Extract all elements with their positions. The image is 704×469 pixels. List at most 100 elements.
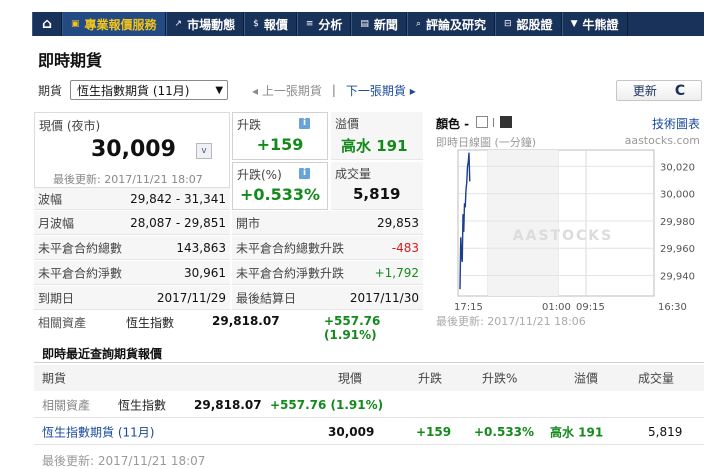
monthly-range-label: 月波幅 — [38, 216, 75, 230]
oi-net-change-row: 未平倉合約淨數升跌 +1,792 — [232, 261, 423, 285]
change-value: +159 — [256, 135, 304, 154]
oi-net-change-label: 未平倉合約淨數升跌 — [236, 266, 345, 280]
search-icon: ⌕ — [415, 19, 421, 29]
page-title: 即時期貨 — [38, 51, 103, 70]
related-value: 29,818.07 — [212, 314, 280, 328]
col-change-pct: 升跌% — [482, 371, 518, 386]
recent-table-header: 期貨 現價 升跌 升跌% 溢價 成交量 — [34, 365, 704, 391]
open-value: 29,853 — [377, 215, 419, 230]
y-tick-label: 29,980 — [660, 217, 695, 228]
top-nav: ⌂ ▣ 專業報價服務 ↗ 市場動態 $ 報價 ≡ 分析 ▤ 新聞 ⌕ 評論及研究 ⊟ 認股證 … — [32, 12, 704, 36]
trend-icon: ↗ — [174, 19, 183, 29]
session-shade — [488, 150, 558, 296]
next-futures-link[interactable]: 下一張期貨 ▸ — [346, 82, 416, 99]
refresh-icon: C — [674, 82, 686, 99]
col-futures: 期貨 — [42, 371, 67, 386]
futures-select[interactable]: 恆生指數期貨 (11月) ▼ — [70, 80, 229, 100]
monthly-range-value: 28,087 - 29,851 — [130, 215, 226, 230]
settlement-value: 2017/11/30 — [349, 290, 419, 305]
futures-select-value: 恆生指數期貨 (11月) — [77, 83, 190, 98]
related-change: +557.76 (1.91%) — [270, 397, 384, 412]
row-change: +159 — [416, 424, 452, 439]
range-label: 波幅 — [38, 192, 63, 206]
chart-source: aastocks.com — [624, 134, 700, 147]
refresh-button[interactable]: 更新 C — [616, 80, 702, 101]
volume-label: 成交量 — [335, 167, 372, 181]
nav-item-cbbc[interactable]: ▼ 牛熊證 — [561, 12, 628, 36]
col-volume: 成交量 — [638, 371, 675, 386]
related-name[interactable]: 恆生指數 — [118, 396, 166, 413]
expiry-label: 到期日 — [38, 291, 75, 305]
table-row[interactable]: 恆生指數期貨 (11月) 30,009 +159 +0.533% 高水 191 … — [34, 419, 704, 445]
monitor-icon: ▣ — [71, 19, 80, 29]
volume-value: 5,819 — [353, 185, 401, 203]
oi-net-change-value: +1,792 — [374, 265, 419, 280]
nav-item-research[interactable]: ⌕ 評論及研究 — [406, 12, 495, 36]
premium-value: 高水 191 — [341, 137, 408, 155]
nav-label: 分析 — [318, 17, 343, 32]
dollar-icon: $ — [253, 19, 259, 29]
settlement-label: 最後結算日 — [236, 291, 297, 305]
oi-total-value: 143,863 — [176, 240, 226, 255]
info-icon[interactable]: i — [299, 168, 310, 179]
oi-total-change-label: 未平倉合約總數升跌 — [236, 241, 345, 255]
oi-total-row: 未平倉合約總數 143,863 — [34, 236, 230, 260]
info-icon[interactable]: i — [299, 118, 310, 129]
nav-item-quote[interactable]: $ 報價 — [244, 12, 297, 36]
nav-label: 評論及研究 — [425, 17, 486, 32]
x-tick-label: 01:00 — [542, 302, 571, 313]
row-change-pct: +0.533% — [474, 424, 535, 439]
oi-total-change-row: 未平倉合約總數升跌 -483 — [232, 236, 423, 260]
y-tick-label: 30,000 — [660, 190, 695, 201]
row-volume: 5,819 — [648, 424, 683, 439]
y-tick-label: 29,960 — [660, 244, 695, 255]
nav-label: 專業報價服務 — [84, 17, 157, 32]
related-asset-table-row: 相關資產 恆生指數 29,818.07 +557.76 (1.91%) — [34, 392, 704, 418]
divider: | — [331, 83, 336, 97]
recent-quotes-title: 即時最近查詢期貨報價 — [42, 347, 163, 361]
warrant-icon: ⊟ — [504, 19, 512, 29]
nav-item-news[interactable]: ▤ 新聞 — [351, 12, 407, 36]
recent-last-updated: 最後更新: 2017/11/21 18:07 — [42, 454, 206, 468]
oi-net-value: 30,961 — [184, 265, 226, 280]
volume-box: 成交量 5,819 — [331, 162, 423, 210]
premium-label: 溢價 — [335, 117, 360, 131]
range-value: 29,842 - 31,341 — [130, 191, 226, 206]
related-value: 29,818.07 — [194, 397, 262, 412]
home-icon[interactable]: ⌂ — [32, 12, 62, 36]
related-label: 相關資產 — [38, 316, 87, 330]
analysis-icon: ≡ — [305, 19, 314, 29]
y-tick-label: 29,940 — [660, 272, 695, 283]
news-icon: ▤ — [360, 19, 369, 29]
refresh-label: 更新 — [632, 84, 657, 98]
nav-label: 認股證 — [516, 17, 553, 32]
intraday-chart: AASTOCKS 30,020 30,000 29,980 29,960 29,940 17… — [454, 149, 695, 313]
expiry-value: 2017/11/29 — [156, 290, 226, 305]
related-label: 相關資產 — [42, 398, 91, 412]
col-premium: 溢價 — [574, 371, 599, 386]
nav-item-warrants[interactable]: ⊟ 認股證 — [495, 12, 562, 36]
oi-total-label: 未平倉合約總數 — [38, 241, 123, 255]
nav-item-market[interactable]: ↗ 市場動態 — [165, 12, 245, 36]
related-name[interactable]: 恆生指數 — [126, 314, 174, 331]
nav-item-analysis[interactable]: ≡ 分析 — [296, 12, 352, 36]
nav-item-pro-quote[interactable]: ▣ 專業報價服務 — [62, 12, 166, 36]
open-row: 開市 29,853 — [232, 211, 423, 235]
dark-theme-toggle[interactable] — [500, 116, 512, 128]
divider — [34, 362, 704, 363]
chart-updated: 最後更新: 2017/11/21 18:06 — [436, 315, 586, 328]
price-dropdown-button[interactable]: v — [196, 143, 212, 159]
change-label: 升跌 — [237, 118, 262, 132]
related-asset-row: 相關資產 恆生指數 29,818.07 +557.76 (1.91%) — [34, 311, 423, 342]
nav-label: 報價 — [263, 17, 288, 32]
oi-net-row: 未平倉合約淨數 30,961 — [34, 261, 230, 285]
change-pct-value: +0.533% — [239, 185, 321, 204]
light-theme-toggle[interactable] — [476, 116, 488, 128]
change-pct-label: 升跌(%) — [237, 168, 282, 182]
x-tick-label: 09:15 — [576, 302, 605, 313]
divider: | — [492, 118, 496, 128]
premium-box: 溢價 高水 191 — [331, 112, 423, 160]
prev-futures-link[interactable]: ◂ 上一張期貨 — [252, 82, 322, 99]
futures-name-link[interactable]: 恆生指數期貨 (11月) — [42, 423, 154, 440]
technical-chart-link[interactable]: 技術圖表 — [652, 115, 700, 132]
